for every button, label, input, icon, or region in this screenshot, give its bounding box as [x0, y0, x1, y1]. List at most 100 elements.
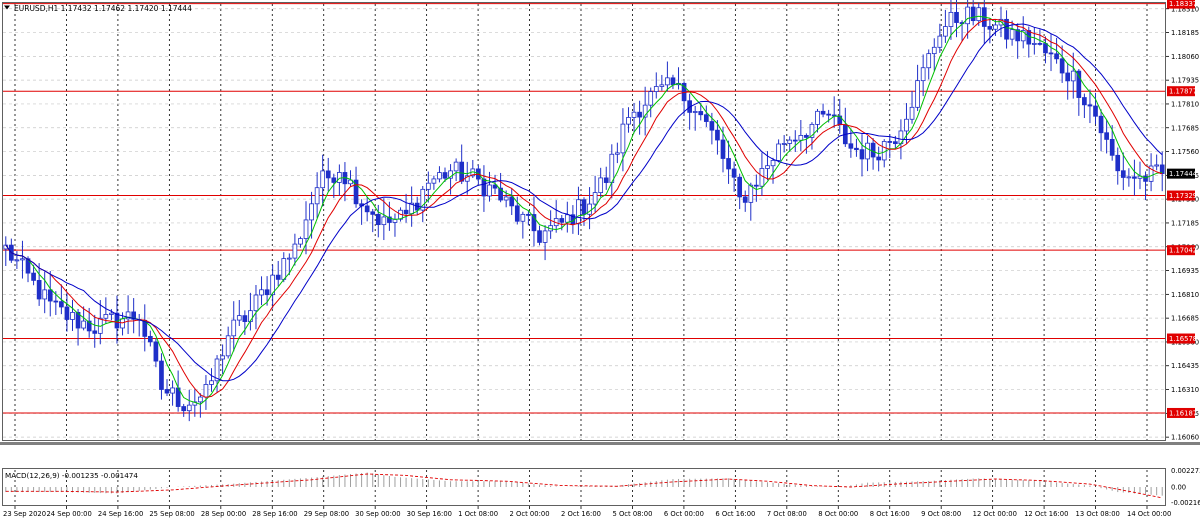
time-tick-label: 8 Oct 00:00 [818, 510, 858, 518]
candle-body [987, 26, 993, 30]
candle-body [598, 177, 604, 194]
candle-body [943, 26, 948, 37]
candle-body [70, 311, 75, 320]
candle-body [303, 219, 309, 239]
candle-body [242, 315, 248, 322]
candle-body [298, 238, 303, 245]
candle-body [92, 330, 98, 334]
candle-body [314, 187, 320, 205]
candle-body [459, 161, 465, 182]
candle-body [53, 300, 59, 303]
candle-body [42, 289, 48, 300]
candle-body [1037, 43, 1043, 45]
time-tick-label: 6 Oct 00:00 [664, 510, 704, 518]
price-tick-label: 1.16935 [1171, 267, 1199, 275]
candle-body [631, 111, 637, 118]
time-tick-label: 24 Sep 16:00 [98, 510, 143, 518]
candle-body [815, 110, 820, 125]
candle-body [965, 6, 970, 25]
time-tick-label: 14 Oct 00:00 [1127, 510, 1171, 518]
candle-body [59, 301, 64, 308]
candle-body [481, 178, 487, 197]
candle-body [514, 205, 520, 222]
candle-body [1093, 105, 1098, 117]
candle-body [164, 389, 170, 394]
time-tick-label: 2 Oct 16:00 [561, 510, 601, 518]
candle-body [937, 35, 943, 48]
candle-body [203, 384, 209, 398]
candle-body [520, 213, 526, 222]
price-tick-label: 1.17685 [1171, 124, 1199, 132]
time-tick-label: 29 Sep 08:00 [304, 510, 349, 518]
candle-body [926, 53, 932, 69]
chart-window: 1.18310 1.18185 1.18060 1.17935 1.17810 1.176… [0, 0, 1200, 523]
candle-body [370, 211, 376, 215]
candle-body [320, 170, 326, 189]
candle-body [1009, 29, 1015, 40]
candle-body [36, 279, 42, 300]
candle-body [1115, 154, 1121, 172]
candle-body [425, 182, 431, 190]
price-tick-label: 1.18060 [1171, 53, 1199, 61]
candle-body [209, 380, 214, 385]
candle-body [893, 141, 898, 145]
candle-body [698, 111, 704, 116]
price-tick-label: 1.18185 [1171, 29, 1199, 37]
candle-body [64, 306, 70, 320]
candle-body [1054, 53, 1059, 60]
candle-body [787, 139, 793, 144]
candle-body [331, 177, 337, 183]
price-tick-label: 1.16060 [1171, 434, 1199, 442]
candle-body [876, 156, 882, 161]
time-tick-label: 28 Sep 00:00 [201, 510, 246, 518]
macd-pane[interactable] [5, 472, 1163, 499]
price-pane[interactable] [3, 0, 1165, 504]
candle-body [259, 289, 264, 296]
candle-body [592, 192, 598, 205]
candle-body [309, 203, 314, 221]
time-tick-label: 8 Oct 16:00 [870, 510, 910, 518]
candle-body [620, 123, 626, 154]
candle-body [186, 404, 192, 412]
candle-body [1098, 115, 1104, 134]
candle-body [1070, 70, 1076, 82]
price-tick-label: 1.16435 [1171, 362, 1199, 370]
candle-body [970, 6, 976, 22]
macd-label: MACD(12,26,9) -0.001235 -0.001474 [5, 471, 138, 480]
candle-body [198, 396, 203, 403]
candle-body [731, 168, 737, 178]
level-price-label: 1.17329 [1169, 192, 1197, 200]
grid-layer [3, 4, 1165, 504]
candle-body [826, 113, 831, 116]
candle-body [648, 91, 654, 106]
candle-body [720, 139, 726, 159]
candle-body [20, 258, 25, 261]
candle-body [1109, 139, 1115, 156]
candle-body [337, 172, 342, 183]
candle-body [776, 143, 781, 161]
candle-body [581, 199, 587, 215]
candle-body [286, 257, 292, 260]
candle-body [798, 135, 804, 141]
time-tick-label: 9 Oct 08:00 [921, 510, 961, 518]
candle-body [770, 160, 776, 167]
candle-body [503, 196, 509, 201]
macd-signal-line [5, 473, 1163, 499]
time-tick-label: 12 Oct 16:00 [1024, 510, 1068, 518]
candle-body [1031, 43, 1037, 45]
time-tick-label: 25 Sep 08:00 [149, 510, 194, 518]
candle-body [375, 213, 381, 226]
candle-body [381, 216, 387, 226]
level-price-label: 1.17877 [1169, 88, 1197, 96]
price-tick-label: 1.17560 [1171, 148, 1199, 156]
candle-body [920, 67, 926, 82]
candle-body [264, 289, 270, 296]
candle-body [626, 117, 631, 125]
candle-body [364, 205, 370, 213]
macd-tick-label: -0.002161 [1171, 499, 1200, 507]
candle-body [1087, 104, 1093, 107]
candle-body [976, 7, 982, 22]
price-chart-svg: 1.183101.181851.180601.179351.178101.176… [0, 0, 1200, 518]
candle-body [742, 196, 748, 203]
candle-body [665, 77, 670, 86]
